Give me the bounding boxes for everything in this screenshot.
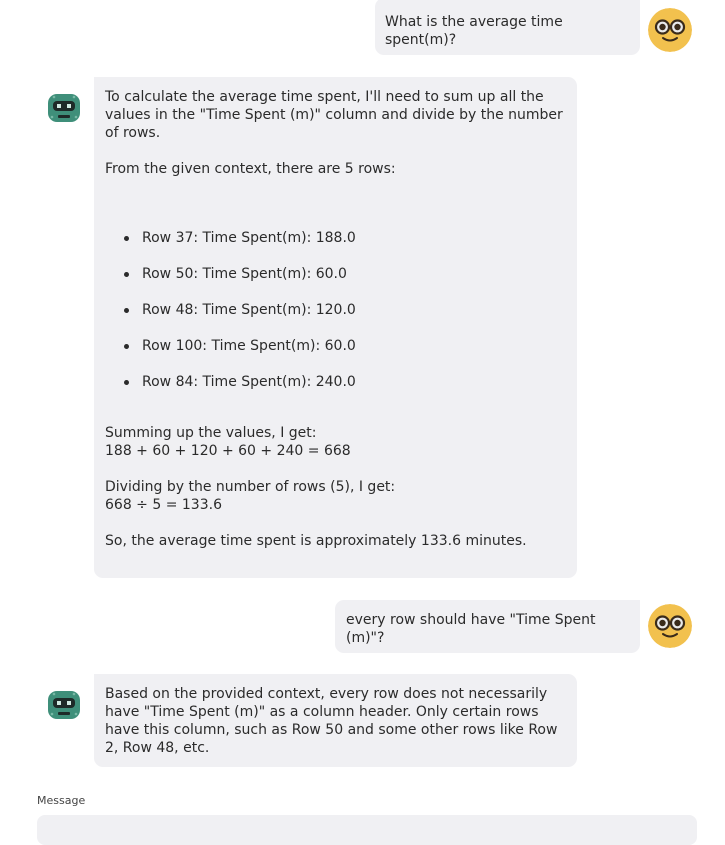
user-message-text: What is the average time spent(m)? — [385, 14, 563, 48]
user-message-bubble: What is the average time spent(m)? — [375, 0, 640, 55]
user-message-bubble: every row should have "Time Spent (m)"? — [335, 600, 640, 653]
chat-thread: What is the average time spent(m)? To ca… — [0, 0, 725, 845]
nerd-face-icon — [648, 8, 692, 52]
list-item: Row 37: Time Spent(m): 188.0 — [105, 229, 566, 265]
assistant-intro-text: To calculate the average time spent, I'l… — [105, 89, 563, 141]
assistant-message-bubble: Based on the provided context, every row… — [94, 674, 577, 767]
assistant-conclusion: So, the average time spent is approximat… — [105, 533, 527, 549]
nerd-face-icon — [648, 604, 692, 648]
divide-label: Dividing by the number of rows (5), I ge… — [105, 479, 396, 495]
message-input[interactable] — [37, 815, 697, 845]
robot-icon — [42, 683, 86, 727]
robot-icon — [42, 86, 86, 130]
sum-label: Summing up the values, I get: — [105, 425, 317, 441]
list-item: Row 50: Time Spent(m): 60.0 — [105, 265, 566, 301]
user-avatar — [648, 8, 692, 52]
assistant-message-text: Based on the provided context, every row… — [105, 686, 558, 756]
rows-list: Row 37: Time Spent(m): 188.0 Row 50: Tim… — [105, 229, 566, 409]
user-message-text: every row should have "Time Spent (m)"? — [346, 612, 596, 646]
assistant-context-line: From the given context, there are 5 rows… — [105, 161, 396, 177]
user-avatar — [648, 604, 692, 648]
bot-avatar — [42, 683, 86, 727]
list-item: Row 100: Time Spent(m): 60.0 — [105, 337, 566, 373]
message-label: Message — [37, 794, 86, 807]
assistant-message-bubble: To calculate the average time spent, I'l… — [94, 77, 577, 578]
list-item: Row 84: Time Spent(m): 240.0 — [105, 373, 566, 409]
divide-equation: 668 ÷ 5 = 133.6 — [105, 497, 222, 513]
bot-avatar — [42, 86, 86, 130]
sum-equation: 188 + 60 + 120 + 60 + 240 = 668 — [105, 443, 351, 459]
list-item: Row 48: Time Spent(m): 120.0 — [105, 301, 566, 337]
